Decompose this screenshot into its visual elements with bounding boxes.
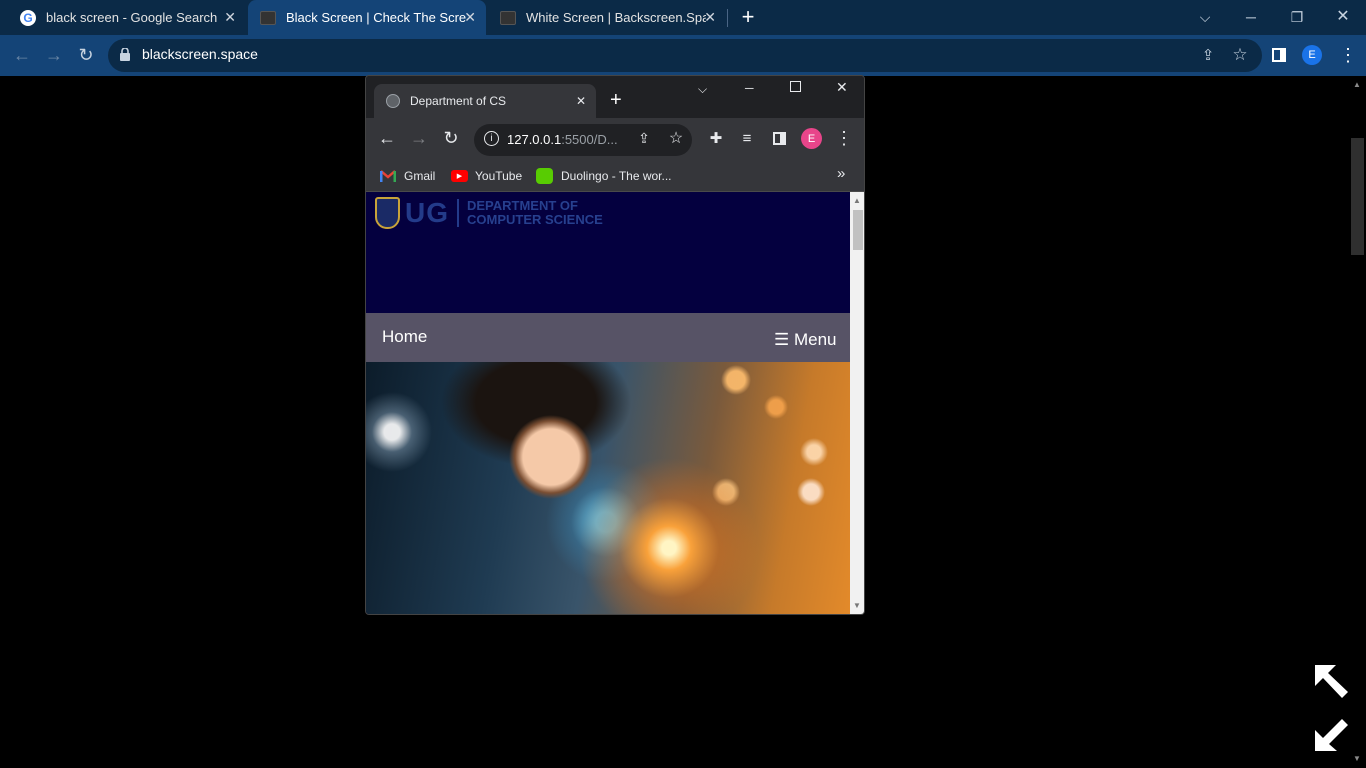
bookmark-label: Duolingo - The wor... xyxy=(561,169,672,183)
logo-divider xyxy=(457,199,459,227)
close-window-icon[interactable]: ✕ xyxy=(1329,2,1357,30)
outer-tab-title: White Screen | Backscreen.Space xyxy=(526,10,706,25)
outer-tab-black-screen[interactable]: Black Screen | Check The Screen ✕ xyxy=(248,0,486,35)
forward-arrow-icon[interactable]: → xyxy=(40,41,68,69)
minimize-window-icon[interactable]: ─ xyxy=(745,81,754,95)
share-icon[interactable]: ⇪ xyxy=(630,124,658,152)
inner-scrollbar-thumb[interactable] xyxy=(853,210,863,250)
maximize-window-icon[interactable] xyxy=(790,81,801,92)
reload-icon[interactable]: ↻ xyxy=(72,41,100,69)
more-menu-icon[interactable]: ⋮ xyxy=(1334,41,1362,69)
outer-address-bar[interactable] xyxy=(108,39,1262,72)
scroll-up-icon[interactable]: ▲ xyxy=(853,196,861,205)
share-icon[interactable]: ⇪ xyxy=(1194,41,1222,69)
media-queue-icon[interactable]: ≡ xyxy=(733,124,761,152)
restore-window-icon[interactable]: ❐ xyxy=(1283,3,1311,31)
url-host: 127.0.0.1 xyxy=(507,132,562,147)
bookmark-label: YouTube xyxy=(475,169,523,183)
tab-search-chevron-icon[interactable]: ⌵ xyxy=(698,82,707,97)
profile-avatar[interactable]: E xyxy=(801,128,822,149)
outer-tab-title: black screen - Google Search xyxy=(46,10,218,25)
side-panel-icon[interactable] xyxy=(765,124,793,152)
logo-abbreviation: UG xyxy=(405,197,449,228)
tab-separator xyxy=(727,9,728,27)
university-crest-icon xyxy=(375,197,400,229)
page-scrollbar-thumb[interactable] xyxy=(1351,138,1364,255)
url-path: :5500/D... xyxy=(561,132,618,147)
exit-fullscreen-icon[interactable] xyxy=(1312,716,1350,759)
duolingo-icon xyxy=(536,168,553,184)
inner-url-text[interactable]: 127.0.0.1:5500/D... xyxy=(507,132,618,147)
bookmark-star-icon[interactable]: ☆ xyxy=(1226,41,1254,69)
outer-tab-google-search[interactable]: G black screen - Google Search ✕ xyxy=(8,0,246,35)
university-logo[interactable]: UG DEPARTMENT OF COMPUTER SCIENCE xyxy=(375,197,627,229)
nav-home-link[interactable]: Home xyxy=(382,327,427,347)
bookmarks-overflow-icon[interactable]: » xyxy=(837,165,845,182)
forward-arrow-icon[interactable]: → xyxy=(405,124,433,152)
hero-image xyxy=(366,362,850,614)
globe-icon xyxy=(386,94,400,108)
site-favicon-icon xyxy=(260,10,276,25)
bookmark-youtube[interactable]: ▶ YouTube xyxy=(451,166,522,186)
outer-tab-white-screen[interactable]: White Screen | Backscreen.Space ✕ xyxy=(488,0,726,35)
scroll-down-icon[interactable]: ▼ xyxy=(1353,754,1361,763)
outer-url-text[interactable]: blackscreen.space xyxy=(142,46,258,62)
youtube-icon: ▶ xyxy=(451,170,468,182)
nav-menu-button[interactable]: ☰ Menu xyxy=(774,330,837,350)
scroll-down-icon[interactable]: ▼ xyxy=(853,601,861,610)
logo-dept-name: DEPARTMENT OF COMPUTER SCIENCE xyxy=(467,199,627,227)
scroll-up-icon[interactable]: ▲ xyxy=(1353,80,1361,89)
site-favicon-icon xyxy=(500,10,516,25)
minimize-window-icon[interactable]: ─ xyxy=(1237,3,1265,31)
inner-scrollbar[interactable] xyxy=(850,192,864,614)
logo-dept-line1: DEPARTMENT OF xyxy=(467,198,578,213)
bookmark-gmail[interactable]: Gmail xyxy=(380,166,435,186)
close-window-icon[interactable]: ✕ xyxy=(836,79,848,96)
more-menu-icon[interactable]: ⋮ xyxy=(830,124,858,152)
inner-new-tab-button[interactable]: + xyxy=(610,89,622,112)
close-tab-icon[interactable]: ✕ xyxy=(224,9,236,26)
logo-dept-line2: COMPUTER SCIENCE xyxy=(467,212,603,227)
inner-browser-window: Department of CS ✕ + ⌵ ─ ✕ ← → ↻ i 127.0… xyxy=(365,75,865,615)
bookmark-star-icon[interactable]: ☆ xyxy=(662,124,690,152)
reload-icon[interactable]: ↻ xyxy=(437,124,465,152)
back-arrow-icon[interactable]: ← xyxy=(373,124,401,152)
close-tab-icon[interactable]: ✕ xyxy=(464,9,476,26)
close-tab-icon[interactable]: ✕ xyxy=(704,9,716,26)
bookmark-label: Gmail xyxy=(404,169,436,183)
google-icon: G xyxy=(20,9,36,26)
side-panel-icon[interactable] xyxy=(1265,41,1293,69)
gmail-icon xyxy=(380,170,396,182)
profile-avatar[interactable]: E xyxy=(1302,45,1322,65)
new-tab-button[interactable]: + xyxy=(734,3,762,31)
bookmark-duolingo[interactable]: Duolingo - The wor... xyxy=(536,166,672,186)
lock-icon xyxy=(120,47,130,61)
close-tab-icon[interactable]: ✕ xyxy=(576,94,586,108)
extensions-puzzle-icon[interactable]: ✚ xyxy=(702,124,730,152)
info-icon[interactable]: i xyxy=(484,131,499,146)
tab-search-chevron-icon[interactable]: ⌵ xyxy=(1191,3,1219,31)
outer-tab-title: Black Screen | Check The Screen xyxy=(286,10,466,25)
inner-tab-title: Department of CS xyxy=(410,94,507,108)
back-arrow-icon[interactable]: ← xyxy=(8,41,36,69)
enter-fullscreen-icon[interactable] xyxy=(1312,662,1350,705)
inner-tab-department[interactable]: Department of CS ✕ xyxy=(374,84,596,118)
